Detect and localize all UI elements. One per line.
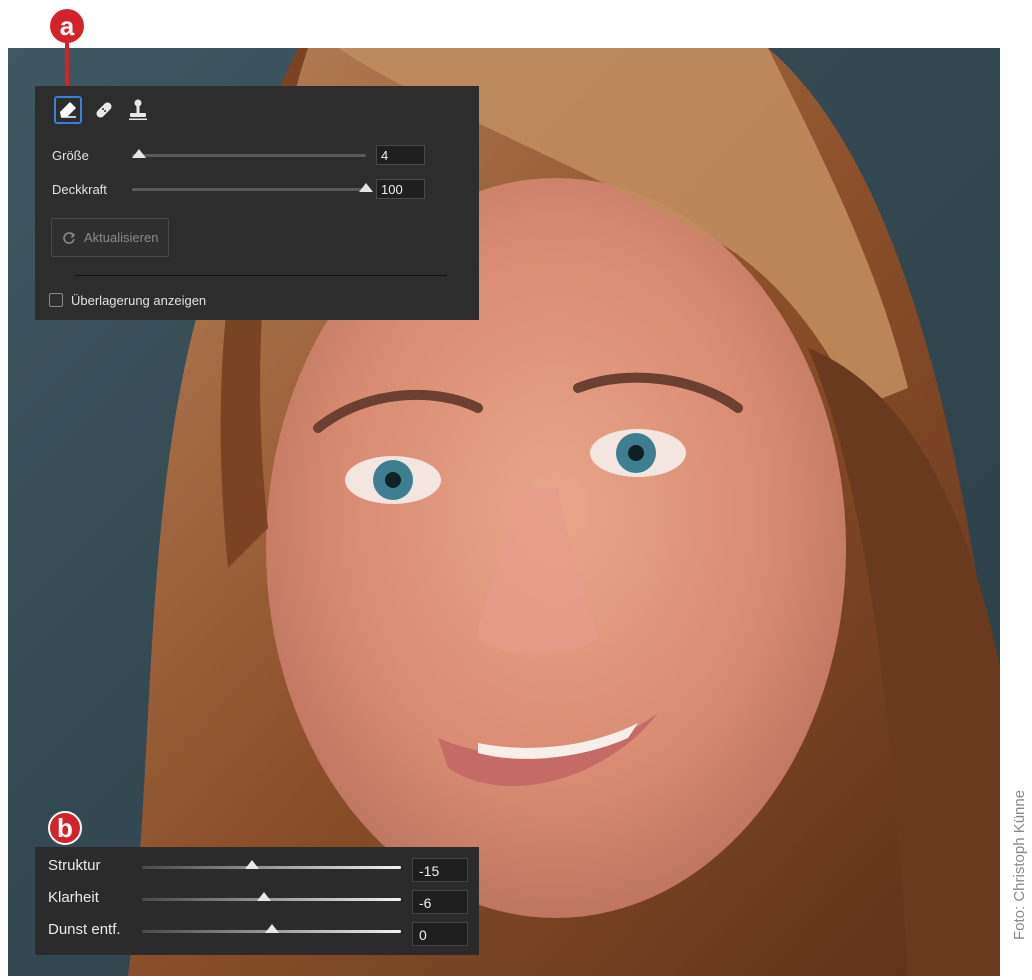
update-button[interactable]: Aktualisieren [51,218,169,257]
slider-thumb[interactable] [256,892,271,901]
healing-tool-button[interactable] [90,96,118,124]
slider-value-field[interactable]: -6 [412,890,468,914]
slider-track[interactable] [142,866,401,869]
opacity-value-field[interactable]: 100 [376,179,425,199]
eraser-tool-button[interactable] [54,96,82,124]
presence-panel: Struktur -15 Klarheit -6 Dunst entf. 0 [35,847,479,955]
update-button-label: Aktualisieren [84,230,159,245]
size-value-field[interactable]: 4 [376,145,425,165]
clone-stamp-tool-button[interactable] [124,96,152,124]
slider-thumb[interactable] [245,860,260,869]
panel-divider [75,275,447,276]
opacity-slider-track[interactable] [132,188,366,191]
slider-label: Klarheit [48,889,99,906]
badge-a: a [50,9,84,43]
badge-b: b [48,811,82,845]
retouch-panel: Größe 4 Deckkraft 100 Aktualisieren Über… [35,86,479,320]
opacity-slider-thumb[interactable] [359,183,373,192]
overlay-checkbox[interactable] [49,293,63,307]
size-slider-thumb[interactable] [132,149,147,158]
eraser-icon [60,102,76,118]
stamp-icon [129,99,147,120]
overlay-label: Überlagerung anzeigen [71,293,207,308]
refresh-icon [63,231,76,244]
opacity-label: Deckkraft [52,182,107,197]
slider-track[interactable] [142,898,401,901]
slider-value-field[interactable]: 0 [412,922,468,946]
slider-label: Dunst entf. [48,921,121,938]
bandage-icon [96,102,112,118]
photo-credit: Foto: Christoph Künne [1011,789,1028,940]
size-slider-track[interactable] [132,154,366,157]
size-label: Größe [52,148,89,163]
slider-thumb[interactable] [264,924,279,933]
slider-label: Struktur [48,857,101,874]
slider-value-field[interactable]: -15 [412,858,468,882]
